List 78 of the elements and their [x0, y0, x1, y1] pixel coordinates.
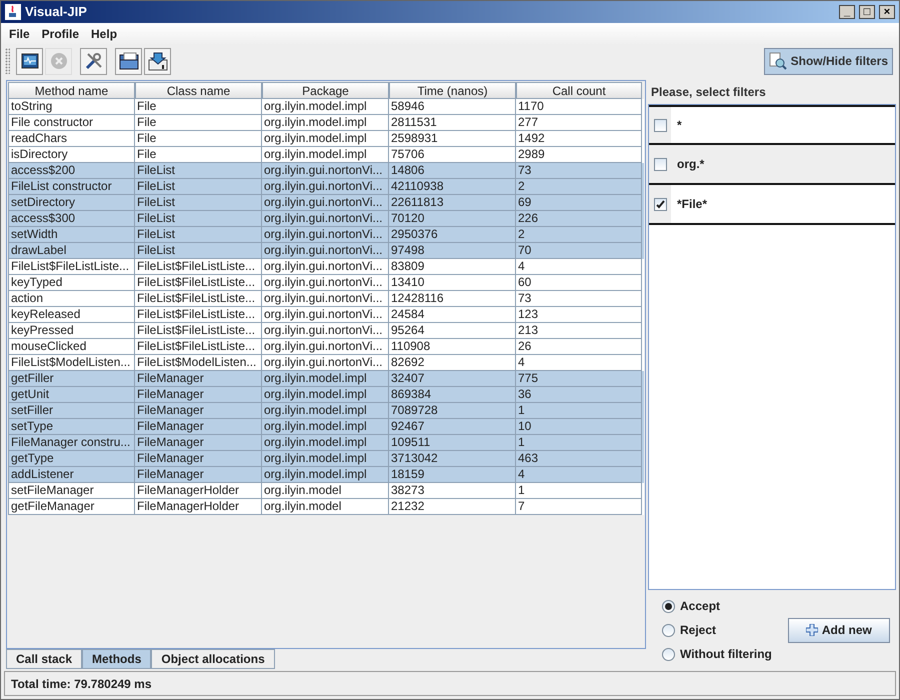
checkbox[interactable]: [654, 158, 666, 170]
table-row[interactable]: keyTyped FileList$FileListListe... org.ilyin.gui.nortonVi... 13410 60: [8, 275, 644, 291]
table-row[interactable]: getUnit FileManager org.ilyin.model.impl 869384 36: [8, 387, 644, 403]
column-header[interactable]: Package: [262, 82, 389, 99]
table-row[interactable]: setDirectory FileList org.ilyin.gui.nortonVi... 22611813 69: [8, 195, 644, 211]
toolbar-grip-icon: [5, 48, 10, 74]
radio-button[interactable]: [662, 648, 675, 660]
save-icon: [148, 51, 168, 71]
table-row[interactable]: action FileList$FileListListe... org.ilyin.gui.nortonVi... 12428116 73: [8, 291, 644, 307]
column-header[interactable]: Call count: [516, 82, 642, 99]
table-row[interactable]: addListener FileManager org.ilyin.model.impl 18159 4: [8, 467, 644, 483]
checkmark-icon: [656, 200, 664, 208]
table-row[interactable]: keyReleased FileList$FileListListe... org.ilyin.gui.nortonVi... 24584 123: [8, 307, 644, 323]
plus-icon: [806, 624, 818, 636]
table-cell: FileManagerHolder: [135, 499, 262, 515]
checkbox[interactable]: [654, 118, 666, 132]
table-row[interactable]: keyPressed FileList$FileListListe... org.ilyin.gui.nortonVi... 95264 213: [8, 323, 644, 339]
table-cell: 21232: [389, 499, 516, 515]
filters-title: Please, select filters: [650, 84, 767, 101]
table-row[interactable]: setFiller FileManager org.ilyin.model.impl 7089728 1: [8, 403, 644, 419]
window-control[interactable]: ×: [879, 5, 895, 19]
table-row[interactable]: toString File org.ilyin.model.impl 58946 1170: [8, 99, 644, 115]
stop-icon: [50, 52, 68, 70]
tools-icon: [84, 51, 104, 71]
table-row[interactable]: FileList constructor FileList org.ilyin.gui.nortonVi... 42110938 2: [8, 179, 644, 195]
table-cell: 7: [516, 499, 642, 515]
checkbox[interactable]: [654, 198, 666, 210]
table-row[interactable]: FileList$FileListListe... FileList$FileListListe... org.ilyin.gui.nortonVi... 83809 4: [8, 259, 644, 275]
menu-item[interactable]: Help: [91, 25, 118, 43]
filter-pattern: *: [677, 117, 682, 134]
table-row[interactable]: drawLabel FileList org.ilyin.gui.nortonVi... 97498 70: [8, 243, 644, 259]
table-row[interactable]: File constructor File org.ilyin.model.impl 2811531 277: [8, 115, 644, 131]
add-new-button[interactable]: Add new: [788, 618, 890, 642]
status-bar: Total time: 79.780249 ms: [4, 671, 896, 696]
table-row[interactable]: access$200 FileList org.ilyin.gui.nortonVi... 14806 73: [8, 163, 644, 179]
window-control[interactable]: □: [859, 5, 875, 19]
radio-button[interactable]: [662, 600, 675, 612]
table-row[interactable]: getFileManager FileManagerHolder org.ilyin.model 21232 7: [8, 499, 644, 515]
radio-label: Accept: [680, 598, 720, 615]
table-row[interactable]: setFileManager FileManagerHolder org.ilyin.model 38273 1: [8, 483, 644, 499]
monitor-icon: [20, 53, 38, 69]
filter-item[interactable]: org.*: [649, 145, 895, 185]
column-header[interactable]: Class name: [135, 82, 262, 99]
show-hide-filters-button[interactable]: Show/Hide filters: [764, 48, 893, 74]
toolbar-button[interactable]: [16, 48, 43, 74]
menu-item[interactable]: Profile: [42, 25, 80, 43]
radio-label: Reject: [680, 622, 716, 639]
table-row[interactable]: FileList$ModelListen... FileList$ModelListen... org.ilyin.gui.nortonVi... 82692 4: [8, 355, 644, 371]
tab[interactable]: Object allocations: [151, 649, 275, 669]
menu-item[interactable]: File: [9, 25, 30, 43]
tab[interactable]: Call stack: [6, 649, 82, 669]
toolbar-button[interactable]: [80, 48, 107, 74]
table-row[interactable]: isDirectory File org.ilyin.model.impl 75706 2989: [8, 147, 644, 163]
magnifier-icon: [768, 52, 787, 70]
table-row[interactable]: FileManager constru... FileManager org.ilyin.model.impl 109511 1: [8, 435, 644, 451]
radio-label: Without filtering: [680, 646, 772, 663]
window-title: Visual-JIP: [25, 3, 87, 22]
folder-icon: [118, 52, 138, 70]
table-row[interactable]: mouseClicked FileList$FileListListe... org.ilyin.gui.nortonVi... 110908 26: [8, 339, 644, 355]
filter-pattern: org.*: [677, 156, 704, 173]
filter-item[interactable]: *: [649, 105, 895, 145]
table-row[interactable]: getFiller FileManager org.ilyin.model.impl 32407 775: [8, 371, 644, 387]
window-control[interactable]: _: [839, 5, 855, 19]
table-cell: getFileManager: [8, 499, 135, 515]
radio-button[interactable]: [662, 624, 675, 636]
toolbar-button[interactable]: [115, 48, 142, 74]
table-cell: org.ilyin.model: [262, 499, 389, 515]
toolbar-button[interactable]: [144, 48, 171, 74]
tab[interactable]: Methods: [82, 649, 152, 669]
column-header[interactable]: Time (nanos): [389, 82, 516, 99]
table-row[interactable]: readChars File org.ilyin.model.impl 2598931 1492: [8, 131, 644, 147]
table-row[interactable]: setWidth FileList org.ilyin.gui.nortonVi... 2950376 2: [8, 227, 644, 243]
table-row[interactable]: setType FileManager org.ilyin.model.impl 92467 10: [8, 419, 644, 435]
table-row[interactable]: getType FileManager org.ilyin.model.impl 3713042 463: [8, 451, 644, 467]
table-row[interactable]: access$300 FileList org.ilyin.gui.nortonVi... 70120 226: [8, 211, 644, 227]
filter-pattern: *File*: [677, 196, 708, 213]
column-header[interactable]: Method name: [8, 82, 135, 99]
filter-item[interactable]: *File*: [649, 185, 895, 225]
